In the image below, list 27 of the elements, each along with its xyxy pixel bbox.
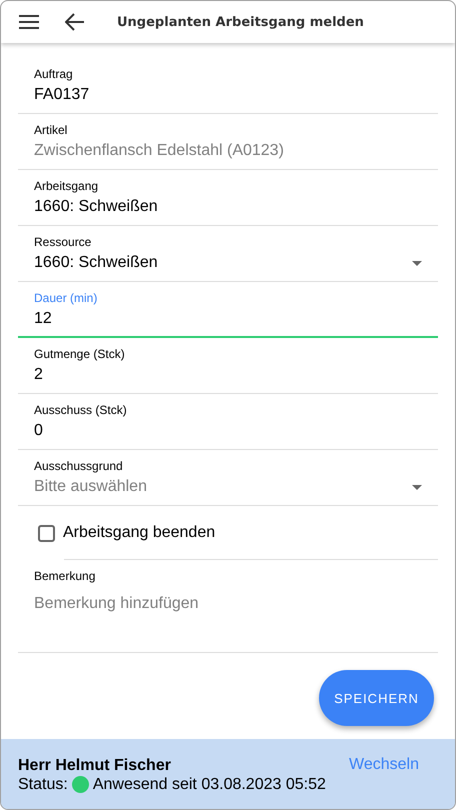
field-label: Ausschuss (Stck) <box>34 403 128 417</box>
field-label: Ressource <box>34 235 92 249</box>
select-field[interactable]: 1660: Schweißen <box>34 254 422 272</box>
field-label: Bemerkung <box>34 569 96 583</box>
checkbox-label: Arbeitsgang beenden <box>63 524 216 542</box>
input-field[interactable]: 1660: Schweißen <box>34 198 422 216</box>
menu-icon[interactable] <box>19 15 39 29</box>
checkbox[interactable] <box>38 524 55 542</box>
status-text: Anwesend seit 03.08.2023 05:52 <box>92 775 326 794</box>
field-label: Dauer (min) <box>34 291 98 305</box>
input-field[interactable]: 0 <box>34 422 422 440</box>
select-field[interactable]: Bitte auswählen <box>34 478 422 496</box>
input-field[interactable]: 2 <box>34 366 422 384</box>
field-label: Auftrag <box>34 67 74 81</box>
field-label: Gutmenge (Stck) <box>34 347 126 361</box>
status-label: Status: <box>18 775 68 794</box>
back-arrow-icon[interactable] <box>65 13 85 31</box>
field-label: Artikel <box>34 123 68 137</box>
field-label: Arbeitsgang <box>34 179 100 193</box>
input-field[interactable]: FA0137 <box>34 86 422 104</box>
dropdown-caret-icon <box>412 484 422 490</box>
input-field[interactable]: 12 <box>34 310 422 328</box>
user-name: Herr Helmut Fischer <box>18 756 172 775</box>
page-title: Ungeplanten Arbeitsgang melden <box>117 14 364 30</box>
field-label: Ausschussgrund <box>34 459 124 473</box>
dropdown-caret-icon <box>412 260 422 266</box>
save-button[interactable]: SPEICHERN <box>319 670 434 726</box>
